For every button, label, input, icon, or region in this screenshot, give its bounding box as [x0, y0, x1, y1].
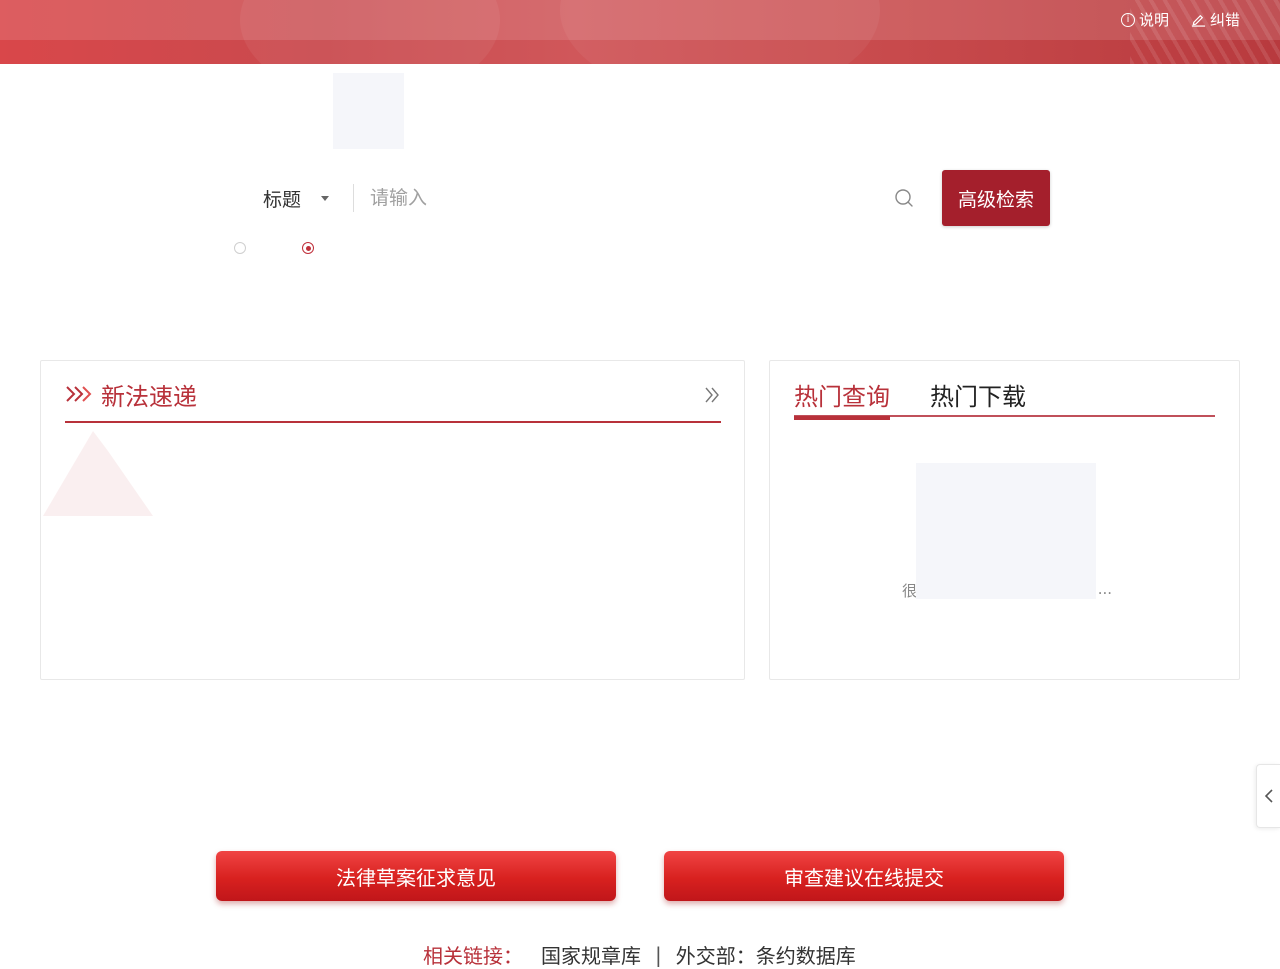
logo-placeholder [333, 73, 404, 149]
correction-link[interactable]: 纠错 [1191, 9, 1240, 30]
empty-message-start: 很 [902, 582, 918, 600]
link-separator: | [655, 942, 662, 967]
draft-opinion-button[interactable]: 法律草案征求意见 [216, 851, 616, 901]
related-link[interactable]: 国家规章库 [541, 940, 641, 969]
top-banner: i 说明 纠错 [0, 0, 1280, 64]
new-laws-header: 新法速递 [65, 377, 721, 423]
edit-icon [1191, 14, 1206, 27]
related-links-label: 相关链接： [423, 944, 523, 968]
related-link[interactable]: 外交部：条约数据库 [676, 940, 856, 969]
chevron-left-icon [1264, 789, 1273, 803]
search-bar: 标题 高级检索 [240, 170, 1050, 226]
tab-hot-downloads[interactable]: 热门下载 [930, 377, 1026, 417]
more-chevron-icon[interactable] [703, 385, 721, 405]
info-icon: i [1120, 12, 1135, 27]
empty-message-end: ... [1097, 580, 1112, 598]
search-scope-radio[interactable] [234, 242, 246, 254]
search-field-select[interactable]: 标题 [240, 170, 352, 226]
correction-link-label: 纠错 [1209, 11, 1240, 29]
emblem-watermark [43, 431, 153, 516]
search-field-value: 标题 [262, 188, 301, 211]
side-panel-toggle[interactable] [1256, 764, 1280, 828]
help-link-label: 说明 [1138, 11, 1169, 29]
triple-chevron-icon [66, 386, 92, 402]
new-laws-panel: 新法速递 [40, 360, 745, 680]
advanced-search-button[interactable]: 高级检索 [942, 170, 1050, 226]
header-links: i 说明 纠错 [1120, 9, 1240, 30]
related-links: 相关链接： 国家规章库 | 外交部：条约数据库 [423, 940, 856, 969]
new-laws-title: 新法速递 [101, 383, 197, 411]
hot-tabs: 热门查询 热门下载 [794, 377, 1215, 420]
banner-decoration [560, 0, 880, 64]
search-input[interactable] [370, 180, 890, 216]
banner-decoration [240, 0, 500, 64]
search-icon[interactable] [894, 188, 914, 208]
search-divider [353, 184, 354, 212]
empty-state-image [916, 463, 1096, 599]
caret-down-icon [321, 195, 329, 201]
search-scope-radio-selected[interactable] [302, 242, 314, 254]
help-link[interactable]: i 说明 [1120, 9, 1169, 30]
tab-hot-queries[interactable]: 热门查询 [794, 377, 890, 420]
review-suggestion-button[interactable]: 审查建议在线提交 [664, 851, 1064, 901]
hot-panel: 热门查询 热门下载 很 ... [769, 360, 1240, 680]
